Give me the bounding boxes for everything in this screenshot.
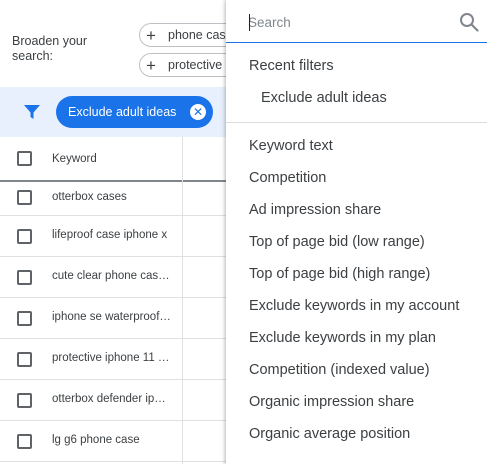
column-divider xyxy=(182,137,183,464)
keyword-cell: otterbox cases xyxy=(52,191,127,203)
row-checkbox[interactable] xyxy=(17,434,32,449)
menu-item-organic-impression-share[interactable]: Organic impression share xyxy=(249,394,414,410)
keyword-cell: otterbox defender ip… xyxy=(52,393,166,405)
menu-item-competition[interactable]: Competition xyxy=(249,170,326,186)
search-icon xyxy=(460,13,479,32)
filter-search-box xyxy=(226,0,487,43)
plus-icon: + xyxy=(146,55,156,75)
text-cursor xyxy=(249,14,250,31)
menu-item-ad-impression-share[interactable]: Ad impression share xyxy=(249,202,381,218)
menu-item-exclude-plan-keywords[interactable]: Exclude keywords in my plan xyxy=(249,330,436,346)
menu-item-top-bid-high[interactable]: Top of page bid (high range) xyxy=(249,266,430,282)
keyword-cell: iphone se waterproof… xyxy=(52,311,171,323)
filter-funnel-icon[interactable] xyxy=(23,103,41,121)
menu-divider xyxy=(226,122,487,123)
broaden-search-label: Broaden your search: xyxy=(12,34,88,63)
recent-filters-heading: Recent filters xyxy=(249,58,334,74)
plus-icon: + xyxy=(146,25,156,45)
filter-dropdown-panel: Recent filters Exclude adult ideas Keywo… xyxy=(226,0,487,464)
row-checkbox[interactable] xyxy=(17,229,32,244)
remove-filter-icon[interactable]: ✕ xyxy=(190,104,206,120)
row-checkbox[interactable] xyxy=(17,270,32,285)
chip-label: protective xyxy=(168,58,223,72)
chip-label: phone cas xyxy=(168,28,226,42)
active-filter-chip[interactable]: Exclude adult ideas ✕ xyxy=(56,96,213,128)
row-checkbox[interactable] xyxy=(17,190,32,205)
keyword-cell: protective iphone 11 … xyxy=(52,352,170,364)
keyword-planner-page: Broaden your search: + phone cas + prote… xyxy=(0,0,487,464)
row-checkbox[interactable] xyxy=(17,393,32,408)
menu-item-organic-average-position[interactable]: Organic average position xyxy=(249,426,410,442)
menu-item-exclude-account-keywords[interactable]: Exclude keywords in my account xyxy=(249,298,459,314)
filter-search-input[interactable] xyxy=(248,12,448,32)
row-checkbox[interactable] xyxy=(17,311,32,326)
menu-item-competition-indexed[interactable]: Competition (indexed value) xyxy=(249,362,430,378)
keyword-cell: lg g6 phone case xyxy=(52,434,140,446)
keyword-cell: lifeproof case iphone x xyxy=(52,229,168,241)
active-filter-label: Exclude adult ideas xyxy=(68,105,177,119)
keyword-cell: cute clear phone cas… xyxy=(52,270,170,282)
select-all-checkbox[interactable] xyxy=(17,151,32,166)
row-checkbox[interactable] xyxy=(17,352,32,367)
menu-item-keyword-text[interactable]: Keyword text xyxy=(249,138,333,154)
recent-filter-item[interactable]: Exclude adult ideas xyxy=(261,90,387,106)
menu-item-top-bid-low[interactable]: Top of page bid (low range) xyxy=(249,234,425,250)
keyword-column-header[interactable]: Keyword xyxy=(52,153,97,165)
